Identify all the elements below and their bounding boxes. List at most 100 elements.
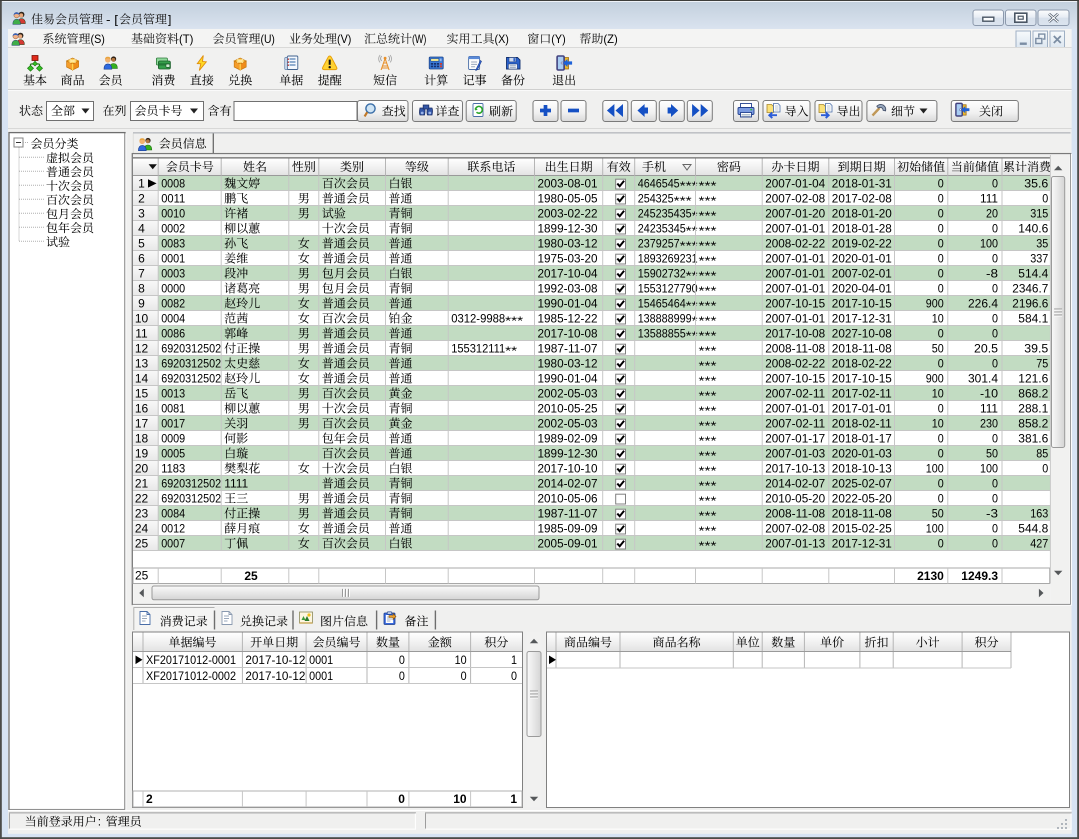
svg-text:13588855: 13588855	[638, 327, 686, 341]
svg-text:*: *	[692, 209, 698, 223]
svg-text:1992-03-08: 1992-03-08	[538, 282, 598, 296]
svg-text:10: 10	[932, 312, 944, 326]
svg-text:1899-12-30: 1899-12-30	[538, 447, 598, 461]
svg-text:2017-10-08: 2017-10-08	[538, 327, 598, 341]
svg-text:2017-10-13: 2017-10-13	[765, 462, 825, 476]
svg-text:2007-02-01: 2007-02-01	[832, 267, 892, 281]
svg-text:15902732: 15902732	[638, 267, 686, 281]
svg-text:0009: 0009	[161, 432, 185, 446]
svg-text:20: 20	[135, 461, 149, 475]
svg-text:2017-12-31: 2017-12-31	[832, 537, 892, 551]
svg-text:2014-02-07: 2014-02-07	[765, 477, 825, 491]
svg-text:2010-05-25: 2010-05-25	[538, 402, 598, 416]
svg-text:2018-10-13: 2018-10-13	[832, 462, 892, 476]
svg-text:2007-10-15: 2007-10-15	[765, 297, 825, 311]
svg-text:0: 0	[992, 357, 998, 371]
svg-text:2007-02-11: 2007-02-11	[765, 387, 825, 401]
svg-text:2022-05-20: 2022-05-20	[832, 492, 892, 506]
svg-text:0013: 0013	[161, 387, 185, 401]
svg-text:2002-05-03: 2002-05-03	[538, 417, 598, 431]
svg-text:***: ***	[699, 539, 717, 553]
svg-text:0: 0	[511, 669, 517, 683]
svg-text:11: 11	[135, 326, 148, 340]
svg-text:0: 0	[938, 327, 944, 341]
svg-text:337: 337	[1030, 252, 1048, 266]
svg-text:2003-08-01: 2003-08-01	[538, 177, 598, 191]
svg-text:1893269231: 1893269231	[638, 252, 698, 266]
svg-text:121.6: 121.6	[1018, 372, 1048, 386]
svg-text:85: 85	[1036, 447, 1048, 461]
svg-text:2018-01-31: 2018-01-31	[832, 177, 892, 191]
svg-text:2007-01-20: 2007-01-20	[765, 207, 825, 221]
svg-text:2010-05-20: 2010-05-20	[765, 492, 825, 506]
svg-text:13: 13	[135, 356, 149, 370]
svg-text:2007-01-04: 2007-01-04	[765, 177, 825, 191]
svg-text:2346.7: 2346.7	[1012, 282, 1048, 296]
svg-text:1990-01-04: 1990-01-04	[538, 297, 598, 311]
svg-text:(X): (X)	[495, 32, 509, 46]
svg-text:0: 0	[992, 492, 998, 506]
svg-text:381.6: 381.6	[1018, 432, 1048, 446]
svg-text:2014-02-07: 2014-02-07	[538, 477, 598, 491]
svg-text:22: 22	[135, 491, 149, 505]
svg-text:2020-04-01: 2020-04-01	[832, 282, 892, 296]
svg-text:35.6: 35.6	[1024, 177, 1048, 191]
svg-text:0: 0	[938, 432, 944, 446]
svg-text:100: 100	[926, 462, 944, 476]
svg-text:0: 0	[399, 653, 405, 667]
svg-text:***: ***	[699, 449, 717, 463]
svg-text:2007-02-08: 2007-02-08	[765, 522, 825, 536]
svg-text:0001: 0001	[161, 252, 185, 266]
svg-text:***: ***	[699, 389, 717, 403]
svg-text:0001: 0001	[309, 653, 333, 667]
svg-text:2017-10-15: 2017-10-15	[832, 297, 892, 311]
svg-text:0084: 0084	[161, 507, 185, 521]
svg-text:868.2: 868.2	[1018, 387, 1048, 401]
svg-text:2017-02-11: 2017-02-11	[832, 387, 892, 401]
svg-text:XF20171012-0002: XF20171012-0002	[146, 669, 236, 683]
svg-text:15465464: 15465464	[638, 297, 686, 311]
svg-text:100: 100	[926, 522, 944, 536]
svg-text:***: ***	[699, 209, 717, 223]
svg-text:1987-11-07: 1987-11-07	[538, 507, 598, 521]
svg-text:-3: -3	[986, 507, 998, 521]
svg-text:0008: 0008	[161, 177, 185, 191]
svg-text:1980-03-12: 1980-03-12	[538, 357, 598, 371]
svg-text:1899-12-30: 1899-12-30	[538, 222, 598, 236]
svg-text:0: 0	[992, 222, 998, 236]
svg-text:0: 0	[1042, 462, 1048, 476]
svg-text:XF20171012-0001: XF20171012-0001	[146, 653, 236, 667]
svg-text:2017-10-04: 2017-10-04	[538, 267, 598, 281]
svg-text:858.2: 858.2	[1018, 417, 1048, 431]
svg-text:100: 100	[980, 462, 998, 476]
svg-text:6920312502: 6920312502	[161, 357, 221, 371]
svg-text:0: 0	[938, 447, 944, 461]
svg-text:3: 3	[138, 206, 145, 220]
svg-text:2017-10-15: 2017-10-15	[832, 372, 892, 386]
svg-text::: :	[98, 815, 101, 829]
svg-text:2: 2	[138, 191, 145, 205]
svg-text:4646545: 4646545	[638, 177, 680, 191]
svg-text:0004: 0004	[161, 312, 185, 326]
svg-text:2003-02-22: 2003-02-22	[538, 207, 598, 221]
svg-text:140.6: 140.6	[1018, 222, 1048, 236]
svg-text:39.5: 39.5	[1024, 342, 1048, 356]
svg-text:2018-01-28: 2018-01-28	[832, 222, 892, 236]
svg-text:0081: 0081	[161, 402, 185, 416]
svg-text:2007-01-01: 2007-01-01	[765, 282, 825, 296]
svg-text:0: 0	[992, 177, 998, 191]
svg-text:2007-02-08: 2007-02-08	[765, 192, 825, 206]
svg-text:2020-01-03: 2020-01-03	[832, 447, 892, 461]
svg-text:2008-02-22: 2008-02-22	[765, 357, 825, 371]
svg-text:514.4: 514.4	[1018, 267, 1048, 281]
svg-text:(V): (V)	[337, 32, 351, 46]
svg-text:7: 7	[138, 266, 145, 280]
svg-text:***: ***	[699, 269, 717, 283]
svg-text:6: 6	[138, 251, 145, 265]
svg-text:2020-01-01: 2020-01-01	[832, 252, 892, 266]
svg-text:0082: 0082	[161, 297, 185, 311]
svg-text:254325: 254325	[638, 192, 674, 206]
svg-text:(U): (U)	[261, 32, 275, 46]
svg-text:(T): (T)	[179, 32, 193, 46]
svg-text:0: 0	[992, 282, 998, 296]
